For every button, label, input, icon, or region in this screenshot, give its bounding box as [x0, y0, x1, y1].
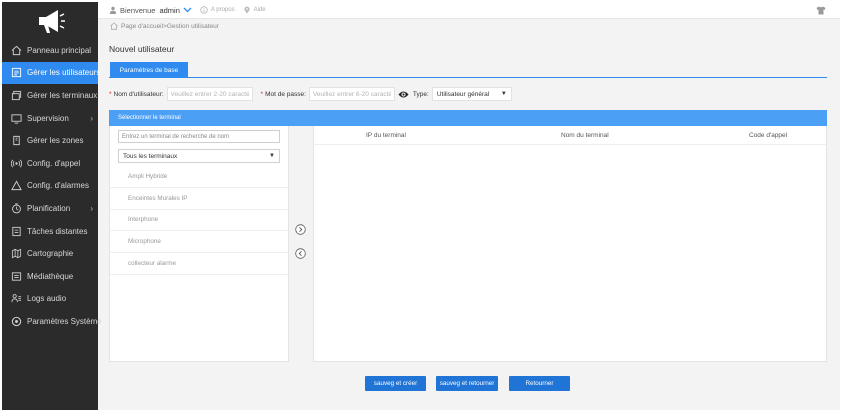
top-bar: Bienvenue admin A propos Aide [98, 2, 840, 19]
user-list-icon [10, 67, 22, 79]
chevron-down-icon [183, 7, 192, 13]
sidebar-item-mediatheque[interactable]: Médiathèque [2, 265, 98, 288]
save-and-create-button[interactable]: sauveg et créer [365, 376, 426, 391]
username-field[interactable] [166, 87, 253, 101]
terminal-type-item[interactable]: collecteur alarme [110, 253, 288, 275]
sidebar-item-label: Config. d'appel [27, 158, 81, 168]
user-type-value: Utilisateur général [436, 90, 490, 98]
about-link[interactable]: A propos [200, 6, 235, 14]
terminal-type-list: Ampli Hybride Enceintes Murales IP Inter… [110, 166, 288, 275]
tab-parametres-de-base[interactable]: Paramètres de base [110, 62, 188, 78]
terminal-icon [10, 89, 22, 101]
location-pin-icon [243, 6, 250, 14]
column-header-code: Code d'appel [749, 131, 788, 139]
sidebar-item-gerer-utilisateurs[interactable]: Gérer les utilisateurs [2, 61, 101, 85]
about-label: A propos [210, 7, 235, 13]
terminal-panel-header: Sélectionner le terminal [109, 110, 827, 126]
chevron-down-icon: ▼ [500, 91, 507, 97]
breadcrumb-text[interactable]: Page d'accueil>Gestion utilisateur [121, 23, 219, 30]
sidebar-item-supervision[interactable]: Supervision › [2, 107, 98, 130]
alarm-icon [10, 180, 22, 192]
breadcrumb: Page d'accueil>Gestion utilisateur [110, 22, 219, 30]
sidebar-item-label: Gérer les terminaux [27, 90, 98, 100]
sidebar-item-parametres-systeme[interactable]: Paramètres Système [2, 310, 102, 333]
map-icon [10, 248, 22, 260]
move-right-icon[interactable] [295, 224, 306, 235]
sidebar-item-label: Config. d'alarmes [27, 181, 89, 191]
user-type-select[interactable]: Utilisateur général ▼ [431, 87, 512, 101]
required-marker: * [109, 90, 112, 98]
sidebar-item-label: Gérer les zones [27, 136, 84, 146]
welcome-text: Bienvenue [120, 5, 156, 15]
help-label: Aide [253, 7, 266, 13]
terminal-filter-value: Tous les terminaux [123, 152, 178, 160]
sidebar-item-label: Logs audio [27, 294, 67, 304]
terminal-type-item[interactable]: Interphone [110, 210, 288, 232]
sidebar-item-gerer-terminaux[interactable]: Gérer les terminaux [2, 84, 98, 107]
home-icon [110, 22, 118, 30]
show-password-eye-icon[interactable] [398, 90, 409, 99]
broadcast-icon [10, 157, 22, 169]
terminal-search-input[interactable]: Entrez un terminal de recherche de nom [118, 130, 280, 143]
password-field[interactable] [308, 87, 395, 101]
media-icon [10, 270, 22, 282]
return-button[interactable]: Retourner [509, 376, 570, 391]
sidebar-item-cartographie[interactable]: Cartographie [2, 242, 98, 265]
column-header-ip: IP du terminal [366, 131, 406, 139]
selected-terminals-table: IP du terminal Nom du terminal Code d'ap… [313, 126, 827, 362]
page-title: Nouvel utilisateur [109, 44, 175, 54]
sidebar-item-gerer-zones[interactable]: Gérer les zones [2, 129, 98, 152]
sidebar-item-label: Gérer les utilisateurs [27, 68, 101, 78]
transfer-controls [289, 126, 313, 362]
sidebar-item-config-appel[interactable]: Config. d'appel [2, 152, 98, 175]
username-label: Nom d'utilisateur: [113, 90, 164, 98]
home-icon [10, 44, 22, 56]
zones-icon [10, 135, 22, 147]
move-left-icon[interactable] [295, 248, 306, 259]
sidebar-item-logs-audio[interactable]: Logs audio [2, 288, 98, 311]
user-menu[interactable]: Bienvenue admin [109, 6, 192, 15]
sidebar-item-config-alarmes[interactable]: Config. d'alarmes [2, 175, 98, 198]
sidebar: Panneau principal Gérer les utilisateurs… [2, 2, 102, 410]
tab-bar: Paramètres de base [109, 62, 827, 78]
monitor-icon [10, 112, 22, 124]
sidebar-item-label: Supervision [27, 113, 69, 123]
terminal-type-item[interactable]: Microphone [110, 231, 288, 254]
chevron-down-icon: ▼ [269, 153, 275, 159]
type-label: Type: [412, 90, 429, 98]
app-frame: Panneau principal Gérer les utilisateurs… [2, 2, 840, 410]
sidebar-item-label: Médiathèque [27, 271, 74, 281]
sidebar-item-panneau-principal[interactable]: Panneau principal [2, 39, 98, 62]
username-text: admin [159, 5, 180, 15]
sidebar-item-label: Paramètres Système [27, 316, 102, 326]
terminal-type-item[interactable]: Enceintes Murales IP [110, 188, 288, 210]
terminal-source-panel: Entrez un terminal de recherche de nom T… [109, 126, 289, 362]
task-icon [10, 225, 22, 237]
clock-icon [10, 202, 22, 214]
chevron-right-icon: › [90, 113, 93, 123]
info-icon [200, 6, 208, 14]
save-and-return-button[interactable]: sauveg et retourner [436, 376, 498, 391]
column-header-name: Nom du terminal [561, 131, 609, 139]
sidebar-item-taches-distantes[interactable]: Tâches distantes [2, 220, 98, 243]
table-header-divider [314, 144, 826, 145]
chevron-right-icon: › [90, 204, 93, 214]
user-icon [109, 6, 117, 14]
sidebar-nav: Panneau principal Gérer les utilisateurs… [2, 39, 102, 333]
terminal-type-item[interactable]: Ampli Hybride [110, 166, 288, 188]
sidebar-item-label: Cartographie [27, 249, 74, 259]
required-marker: * [260, 90, 264, 98]
sidebar-item-label: Tâches distantes [27, 226, 88, 236]
logs-icon [10, 293, 22, 305]
megaphone-logo-icon [39, 10, 65, 33]
help-link[interactable]: Aide [243, 6, 266, 14]
theme-shirt-icon[interactable] [816, 6, 826, 15]
sidebar-item-label: Planification [27, 203, 71, 213]
settings-icon [10, 315, 22, 327]
sidebar-item-label: Panneau principal [27, 45, 92, 55]
user-form-row: * Nom d'utilisateur: * Mot de passe: Typ… [109, 86, 512, 102]
sidebar-item-planification[interactable]: Planification › [2, 197, 98, 220]
terminal-filter-select[interactable]: Tous les terminaux ▼ [118, 149, 280, 163]
password-label: Mot de passe: [265, 90, 306, 98]
